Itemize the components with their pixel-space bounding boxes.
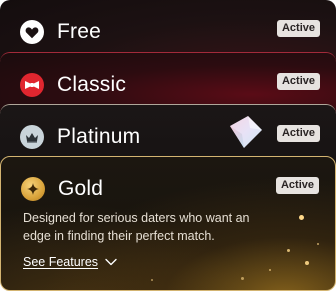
sparkle-decoration — [317, 243, 319, 245]
crown-icon — [20, 125, 44, 149]
membership-tier-stack: Free Active Classic Active Platinum Acti… — [0, 0, 336, 291]
status-badge-platinum: Active — [276, 125, 320, 142]
tier-name-classic: Classic — [57, 73, 127, 96]
status-badge-free: Active — [276, 20, 320, 37]
tier-header: Gold — [21, 176, 103, 202]
heart-icon — [20, 20, 44, 44]
sparkle-decoration — [269, 269, 271, 271]
sparkle-decoration — [299, 215, 304, 220]
see-features-link[interactable]: See Features — [23, 255, 117, 269]
tier-description: Designed for serious daters who want an … — [23, 211, 250, 243]
tier-header: Platinum — [20, 124, 140, 150]
sparkle-decoration — [287, 249, 290, 252]
tier-name-gold: Gold — [58, 177, 104, 200]
star-icon — [21, 177, 45, 201]
tier-name-free: Free — [57, 20, 101, 43]
see-features-label: See Features — [23, 255, 99, 269]
chevron-down-icon — [98, 255, 117, 269]
bowtie-icon — [20, 73, 44, 97]
status-badge-classic: Active — [276, 73, 320, 90]
sparkle-decoration — [241, 277, 244, 280]
gem-decoration — [226, 112, 266, 152]
tier-card-gold[interactable]: Gold Active Designed for serious daters … — [0, 156, 336, 291]
tier-header: Classic — [20, 72, 126, 98]
tier-name-platinum: Platinum — [57, 125, 141, 148]
tier-header: Free — [20, 19, 101, 45]
status-badge-gold: Active — [275, 177, 319, 194]
sparkle-decoration — [305, 261, 309, 265]
sparkle-decoration — [151, 279, 153, 281]
